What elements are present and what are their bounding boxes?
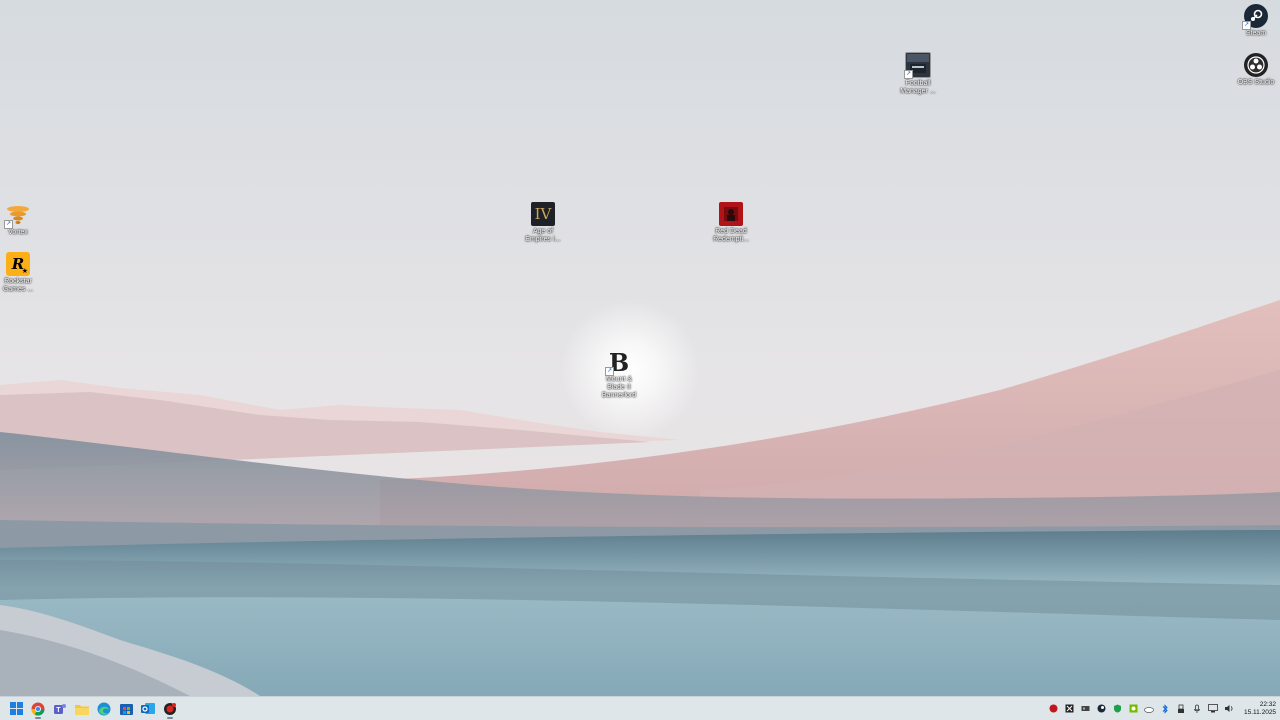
vortex-icon: ↗ xyxy=(4,203,30,229)
taskbar-apps: T xyxy=(6,699,182,719)
usb-icon[interactable] xyxy=(1174,702,1188,716)
desktop-wallpaper xyxy=(0,0,1280,696)
edge-icon[interactable] xyxy=(94,699,114,719)
rockstar-icon: R ★ xyxy=(6,252,30,276)
obs-icon xyxy=(1244,53,1268,77)
steam-icon[interactable] xyxy=(1094,702,1108,716)
microsoft-store-icon[interactable] xyxy=(116,699,136,719)
desktop-icon-label: OBS Studio xyxy=(1237,79,1275,86)
clock-date: 15.11.2025 xyxy=(1244,708,1277,716)
chrome-icon[interactable] xyxy=(28,699,48,719)
desktop-icon-age-of-empires[interactable]: IV Age of Empires I... xyxy=(513,202,573,244)
network-icon[interactable] xyxy=(1206,702,1220,716)
taskbar: T 22:32 15.11.2025 xyxy=(0,696,1280,720)
red-app-icon[interactable] xyxy=(1046,702,1060,716)
desktop-icon-obs-studio[interactable]: OBS Studio xyxy=(1226,53,1280,87)
desktop-icon-label: Red Dead Redempti... xyxy=(713,228,749,243)
outlook-icon[interactable] xyxy=(138,699,158,719)
taskbar-clock[interactable]: 22:32 15.11.2025 xyxy=(1244,701,1276,717)
clock-time: 22:32 xyxy=(1259,700,1276,708)
desktop-icon-label: Vortex xyxy=(8,229,28,236)
desktop-icon-label: Mount & Blade II Bannerlord xyxy=(601,376,637,399)
bannerlord-icon: B ↗ xyxy=(605,347,630,377)
desktop-icon-rockstar-games[interactable]: R ★ Rockstar Games ... xyxy=(0,252,48,294)
windows-start-icon[interactable] xyxy=(6,699,26,719)
desktop-icon-steam[interactable]: ↗ Steam xyxy=(1226,4,1280,38)
steam-icon: ↗ xyxy=(1242,4,1268,30)
red-dead-icon xyxy=(719,202,743,226)
nvidia-icon[interactable] xyxy=(1126,702,1140,716)
desktop-icon-label: Steam xyxy=(1245,30,1267,37)
desktop-icon-red-dead-redemption[interactable]: Red Dead Redempti... xyxy=(701,202,761,244)
app-red-icon[interactable] xyxy=(160,699,180,719)
file-explorer-icon[interactable] xyxy=(72,699,92,719)
microphone-icon[interactable] xyxy=(1190,702,1204,716)
desktop-icon-label: Football Manager ... xyxy=(900,80,936,95)
desktop-icon-mount-blade[interactable]: B ↗ Mount & Blade II Bannerlord xyxy=(589,347,649,400)
onedrive-icon[interactable] xyxy=(1142,702,1156,716)
desktop-icon-label: Age of Empires I... xyxy=(525,228,561,243)
teams-icon[interactable]: T xyxy=(50,699,70,719)
xbox-icon[interactable] xyxy=(1062,702,1076,716)
svg-text:T: T xyxy=(56,707,61,714)
volume-icon[interactable] xyxy=(1222,702,1236,716)
bluetooth-icon[interactable] xyxy=(1158,702,1172,716)
gpu-icon[interactable] xyxy=(1078,702,1092,716)
shield-icon[interactable] xyxy=(1110,702,1124,716)
age-of-empires-icon: IV xyxy=(531,202,555,226)
desktop-icon-vortex[interactable]: ↗ Vortex xyxy=(0,203,48,237)
system-tray: 22:32 15.11.2025 xyxy=(1044,697,1276,720)
football-manager-icon: ↗ xyxy=(904,52,931,79)
desktop-icon-football-manager[interactable]: ↗ Football Manager ... xyxy=(888,52,948,96)
desktop-icon-label: Rockstar Games ... xyxy=(2,278,34,293)
